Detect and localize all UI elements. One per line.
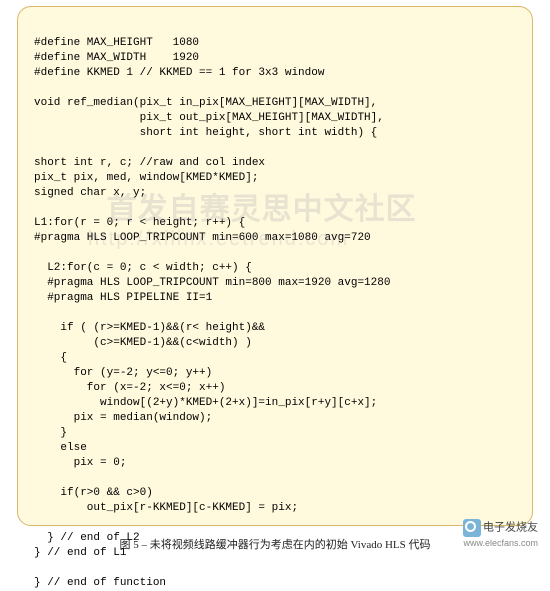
code-line: #define MAX_WIDTH 1920 [34, 52, 199, 64]
logo-icon [463, 519, 481, 537]
code-line: #define MAX_HEIGHT 1080 [34, 37, 199, 49]
code-line: { [34, 352, 67, 364]
code-line: signed char x, y; [34, 187, 146, 199]
code-line: for (x=-2; x<=0; x++) [34, 382, 225, 394]
code-line: #pragma HLS PIPELINE II=1 [34, 292, 212, 304]
code-line: pix_t pix, med, window[KMED*KMED]; [34, 172, 258, 184]
code-line: } // end of L2 [34, 532, 140, 544]
code-line: out_pix[r-KKMED][c-KKMED] = pix; [34, 502, 298, 514]
code-listing-box: #define MAX_HEIGHT 1080 #define MAX_WIDT… [17, 6, 533, 526]
code-line: pix = median(window); [34, 412, 212, 424]
code-line: for (y=-2; y<=0; y++) [34, 367, 212, 379]
site-url: www.elecfans.com [463, 538, 538, 548]
code-line: (c>=KMED-1)&&(c<width) ) [34, 337, 252, 349]
code-line: pix = 0; [34, 457, 126, 469]
code-line: } // end of function [34, 577, 166, 589]
code-line: #pragma HLS LOOP_TRIPCOUNT min=800 max=1… [34, 277, 390, 289]
code-line: if(r>0 && c>0) [34, 487, 153, 499]
code-line: else [34, 442, 87, 454]
code-line: short int height, short int width) { [34, 127, 377, 139]
code-line: window[(2+y)*KMED+(2+x)]=in_pix[r+y][c+x… [34, 397, 377, 409]
code-line: #pragma HLS LOOP_TRIPCOUNT min=600 max=1… [34, 232, 371, 244]
site-name-cn: 电子发烧友 [483, 522, 538, 534]
site-logo: 电子发烧友 www.elecfans.com [463, 519, 538, 550]
code-line: } // end of L1 [34, 547, 126, 559]
code-line: if ( (r>=KMED-1)&&(r< height)&& [34, 322, 265, 334]
code-line: void ref_median(pix_t in_pix[MAX_HEIGHT]… [34, 97, 377, 109]
code-line: short int r, c; //raw and col index [34, 157, 265, 169]
code-line: pix_t out_pix[MAX_HEIGHT][MAX_WIDTH], [34, 112, 384, 124]
code-line: } [34, 427, 67, 439]
code-line: #define KKMED 1 // KKMED == 1 for 3x3 wi… [34, 67, 324, 79]
code-line: L1:for(r = 0; r < height; r++) { [34, 217, 245, 229]
code-line: L2:for(c = 0; c < width; c++) { [34, 262, 252, 274]
